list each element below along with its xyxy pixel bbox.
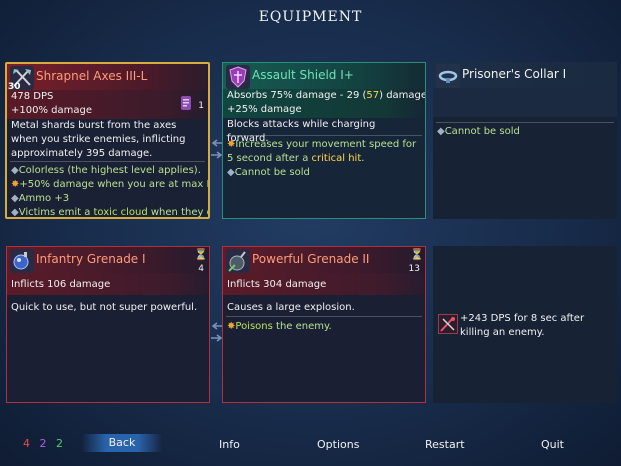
mutation-text: +243 DPS for 8 sec after killing an enem…: [460, 313, 585, 338]
item-damage: Inflicts 106 damage: [11, 279, 111, 290]
item-perk: ◆Cannot be sold: [437, 126, 520, 137]
item-perk: ◆Cannot be sold: [227, 167, 310, 178]
item-name: Shrapnel Axes III-L: [36, 69, 148, 83]
page-title: EQUIPMENT: [258, 9, 363, 25]
brutality-count: 4: [23, 437, 30, 450]
amulet-card-prisoners-collar[interactable]: Prisoner's Collar I ◆Cannot be sold: [433, 62, 617, 219]
mutation-card[interactable]: +243 DPS for 8 sec after killing an enem…: [433, 246, 617, 403]
item-name: Powerful Grenade II: [252, 252, 370, 266]
item-perk: ◆Ammo +3: [11, 193, 70, 204]
collar-icon: [436, 64, 460, 88]
item-name: Assault Shield I+: [252, 68, 354, 82]
tactics-count: 2: [39, 437, 47, 450]
quit-button[interactable]: Quit: [541, 438, 564, 451]
skill-card-infantry-grenade[interactable]: Infantry Grenade I ⏳ 4 Inflicts 106 dama…: [6, 246, 210, 403]
item-description: Causes a large explosion.: [227, 302, 355, 313]
item-damage: +100% damage: [11, 105, 92, 116]
shield-card-assault-shield[interactable]: Assault Shield I+ Absorbs 75% damage - 2…: [222, 62, 426, 219]
item-name: Prisoner's Collar I: [462, 67, 567, 81]
back-button[interactable]: Back: [82, 434, 162, 452]
shield-icon: [226, 65, 250, 89]
item-damage: +25% damage: [227, 104, 302, 115]
weapon-card-shrapnel-axes[interactable]: 30 Shrapnel Axes III-L 1 478 DPS +100% d…: [5, 62, 210, 219]
item-name: Infantry Grenade I: [36, 252, 146, 266]
skill-card-powerful-grenade[interactable]: Powerful Grenade II ⏳ 13 Inflicts 304 da…: [222, 246, 426, 403]
item-damage: Inflicts 304 damage: [227, 279, 327, 290]
cooldown-value: 4: [198, 264, 204, 274]
restart-button[interactable]: Restart: [425, 438, 465, 451]
item-description: Metal shards burst from the axes when yo…: [11, 120, 186, 159]
item-perk: ✸+50% damage when you are at max HP.: [11, 179, 210, 190]
item-dps: 478 DPS: [11, 91, 54, 102]
survival-count: 2: [56, 437, 63, 450]
item-perk: ✸Increases your movement speed for 5 sec…: [227, 139, 417, 164]
grenade-icon: [10, 249, 34, 273]
scroll-counts: 4 2 2: [23, 437, 63, 450]
killer-mutation-icon: [438, 314, 458, 334]
item-absorb: Absorbs 75% damage - 29 (57) damage: [227, 90, 426, 101]
item-perk: ◆Colorless (the highest level applies).: [11, 165, 201, 176]
cooldown-value: 13: [408, 264, 420, 274]
hourglass-icon: ⏳: [194, 248, 208, 261]
item-perk: ◆Victims emit a toxic cloud when they di…: [11, 207, 208, 218]
options-button[interactable]: Options: [317, 438, 359, 451]
info-button[interactable]: Info: [219, 438, 240, 451]
hourglass-icon: ⏳: [410, 248, 424, 261]
bomb-icon: [226, 249, 250, 273]
item-perk: ✸Poisons the enemy.: [227, 321, 332, 332]
item-description: Quick to use, but not super powerful.: [11, 302, 198, 313]
